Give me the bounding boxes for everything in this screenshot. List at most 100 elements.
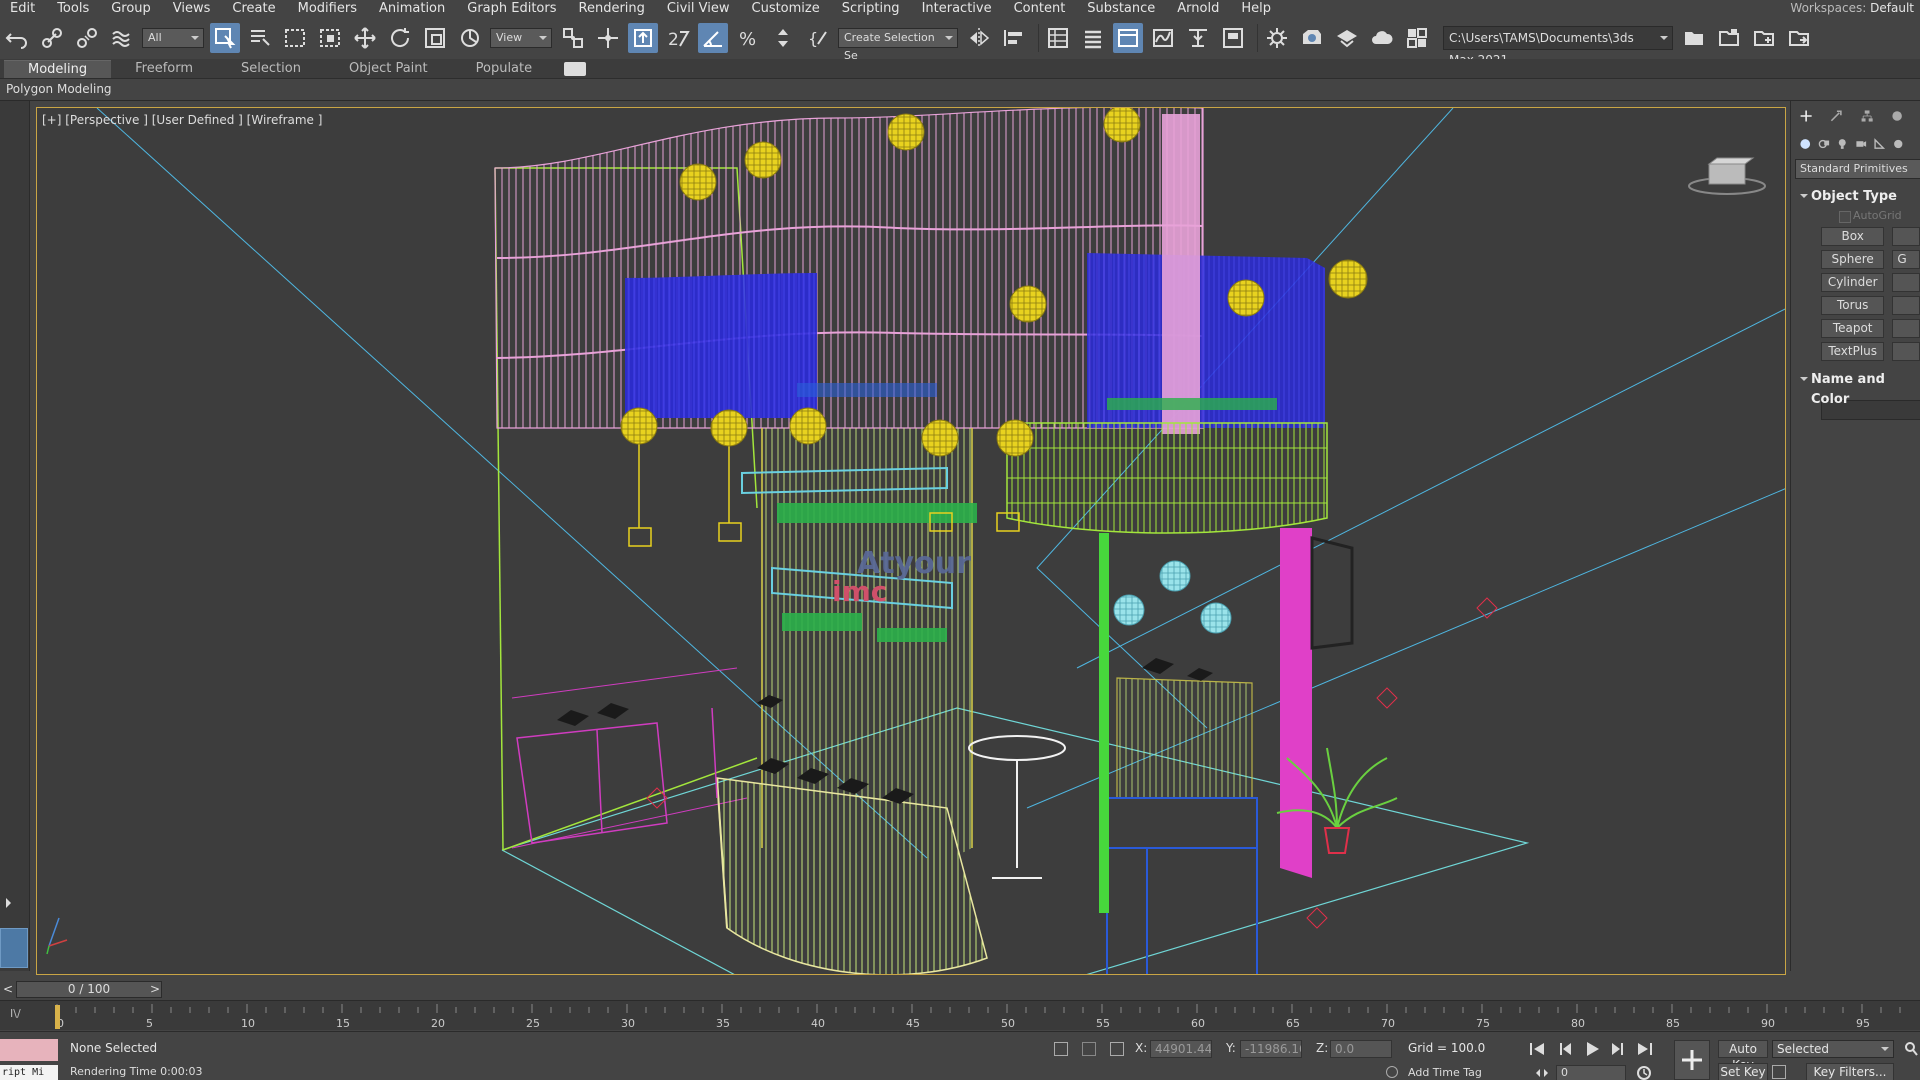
viewcube-icon[interactable] bbox=[1687, 148, 1767, 198]
a360-gallery-icon[interactable] bbox=[1402, 23, 1432, 53]
scene-explorer-icon[interactable] bbox=[1043, 23, 1073, 53]
primitive-category-dropdown[interactable]: Standard Primitives bbox=[1795, 159, 1920, 179]
modify-tab-icon[interactable] bbox=[1829, 107, 1843, 125]
select-object-icon[interactable] bbox=[210, 23, 240, 53]
ribbon-tab-freeform[interactable]: Freeform bbox=[111, 60, 217, 78]
workspaces-selector[interactable]: Workspaces: Default bbox=[1790, 0, 1914, 17]
percent-snap-icon[interactable]: % bbox=[733, 23, 763, 53]
menu-tools[interactable]: Tools bbox=[46, 0, 100, 17]
mini-curve-editor-icon[interactable]: I\/ bbox=[10, 1007, 21, 1020]
menu-scripting[interactable]: Scripting bbox=[831, 0, 911, 17]
spacewarps-icon[interactable] bbox=[1892, 135, 1905, 153]
key-filters-button[interactable]: Key Filters... bbox=[1806, 1063, 1894, 1080]
create-primitive-button[interactable] bbox=[1892, 272, 1920, 292]
ribbon-tab-modeling[interactable]: Modeling bbox=[4, 60, 112, 78]
frame-counter[interactable]: 0 / 100 bbox=[16, 981, 162, 998]
z-coordinate-field[interactable]: 0.0 bbox=[1330, 1040, 1392, 1058]
create-primitive-button[interactable] bbox=[1892, 318, 1920, 338]
key-filters-icon[interactable] bbox=[1772, 1065, 1786, 1079]
window-crossing-icon[interactable] bbox=[315, 23, 345, 53]
menu-arnold[interactable]: Arnold bbox=[1166, 0, 1230, 17]
viewport-layout-tab[interactable] bbox=[0, 928, 28, 968]
geometry-icon[interactable] bbox=[1799, 135, 1812, 153]
motion-tab-icon[interactable] bbox=[1890, 107, 1904, 125]
create-teapot-button[interactable]: Teapot bbox=[1821, 318, 1885, 338]
zoom-icon[interactable] bbox=[1904, 1040, 1918, 1058]
play-icon[interactable] bbox=[1583, 1040, 1601, 1058]
perspective-viewport[interactable]: [+] [Perspective ] [User Defined ] [Wire… bbox=[36, 107, 1786, 975]
snaps-toggle-icon[interactable]: 2 bbox=[663, 23, 693, 53]
link-icon[interactable] bbox=[37, 23, 67, 53]
selection-filter-dropdown[interactable]: All bbox=[142, 28, 204, 48]
create-primitive-button[interactable]: G bbox=[1892, 249, 1920, 269]
current-frame-field[interactable]: 0 bbox=[1556, 1065, 1626, 1080]
reference-coordinate-dropdown[interactable]: View bbox=[490, 28, 552, 48]
set-key-button[interactable]: Set Key bbox=[1718, 1063, 1768, 1080]
auto-key-button[interactable]: Auto Key bbox=[1718, 1040, 1768, 1072]
previous-frame-icon[interactable] bbox=[1556, 1040, 1574, 1058]
menu-views[interactable]: Views bbox=[162, 0, 222, 17]
set-keys-icon[interactable] bbox=[1674, 1040, 1710, 1080]
absolute-mode-icon[interactable] bbox=[1110, 1042, 1124, 1056]
track-bar[interactable]: 0 5 10 15 20 25 30 35 40 45 50 55 60 65 70 75 80 85 90 95 I… bbox=[0, 1000, 1920, 1030]
rendered-frame-window-icon[interactable] bbox=[1297, 23, 1327, 53]
menu-modifiers[interactable]: Modifiers bbox=[287, 0, 368, 17]
viewport-label[interactable]: [+] [Perspective ] [User Defined ] [Wire… bbox=[42, 113, 322, 127]
next-frame-icon[interactable] bbox=[1609, 1040, 1627, 1058]
ribbon-tab-populate[interactable]: Populate bbox=[452, 60, 557, 78]
select-by-name-icon[interactable] bbox=[245, 23, 275, 53]
menu-customize[interactable]: Customize bbox=[741, 0, 831, 17]
menu-substance[interactable]: Substance bbox=[1076, 0, 1166, 17]
move-icon[interactable] bbox=[350, 23, 380, 53]
select-and-manipulate-icon[interactable] bbox=[593, 23, 623, 53]
layer-explorer-icon[interactable] bbox=[1078, 23, 1108, 53]
project-path-dropdown[interactable]: C:\Users\TAMS\Documents\3ds Max 2021 bbox=[1443, 26, 1673, 67]
undo-icon[interactable] bbox=[2, 23, 32, 53]
time-scrubber[interactable] bbox=[55, 1005, 60, 1029]
create-sphere-button[interactable]: Sphere bbox=[1821, 249, 1885, 269]
go-to-end-icon[interactable] bbox=[1636, 1040, 1654, 1058]
create-primitive-button[interactable] bbox=[1892, 295, 1920, 315]
render-in-cloud-icon[interactable] bbox=[1367, 23, 1397, 53]
scale-icon[interactable] bbox=[420, 23, 450, 53]
menu-civil-view[interactable]: Civil View bbox=[656, 0, 741, 17]
time-tag-icon[interactable] bbox=[1386, 1066, 1398, 1078]
align-icon[interactable] bbox=[999, 23, 1029, 53]
create-box-button[interactable]: Box bbox=[1821, 226, 1885, 246]
project-folder-icon[interactable] bbox=[1679, 23, 1709, 53]
selection-lock-icon[interactable] bbox=[1082, 1042, 1096, 1056]
add-time-tag[interactable]: Add Time Tag bbox=[1408, 1066, 1482, 1079]
wireframe-scene[interactable]: Atyour imc bbox=[37, 108, 1786, 975]
x-coordinate-field[interactable]: 44901.445 bbox=[1150, 1040, 1212, 1058]
create-project-icon[interactable] bbox=[1749, 23, 1779, 53]
go-to-start-icon[interactable] bbox=[1528, 1040, 1546, 1058]
menu-rendering[interactable]: Rendering bbox=[568, 0, 656, 17]
curve-editor-icon[interactable] bbox=[1148, 23, 1178, 53]
menu-help[interactable]: Help bbox=[1230, 0, 1282, 17]
name-and-color-rollout[interactable]: Name and Color bbox=[1791, 370, 1920, 407]
create-primitive-button[interactable] bbox=[1892, 226, 1920, 246]
render-setup-icon[interactable] bbox=[1262, 23, 1292, 53]
menu-interactive[interactable]: Interactive bbox=[911, 0, 1003, 17]
dope-sheet-icon[interactable] bbox=[1183, 23, 1213, 53]
key-mode-dropdown[interactable]: Selected bbox=[1772, 1040, 1894, 1058]
maxscript-listener-field[interactable]: ript Mi bbox=[0, 1065, 58, 1080]
shapes-icon[interactable] bbox=[1818, 135, 1831, 153]
menu-edit[interactable]: Edit bbox=[0, 0, 46, 17]
cameras-icon[interactable] bbox=[1855, 135, 1868, 153]
expand-arrow-icon[interactable] bbox=[6, 898, 16, 908]
key-mode-toggle-icon[interactable] bbox=[1534, 1066, 1550, 1080]
ribbon-tab-object-paint[interactable]: Object Paint bbox=[325, 60, 452, 78]
keyboard-shortcut-override-icon[interactable] bbox=[628, 23, 658, 53]
workspaces-value[interactable]: Default bbox=[1870, 1, 1914, 15]
time-slider[interactable]: < 0 / 100 > bbox=[0, 980, 1920, 1000]
open-project-icon[interactable] bbox=[1714, 23, 1744, 53]
bind-spacewarp-icon[interactable] bbox=[107, 23, 137, 53]
y-coordinate-field[interactable]: -11986.169 bbox=[1240, 1040, 1302, 1058]
object-type-rollout[interactable]: Object Type bbox=[1791, 187, 1920, 207]
unlink-icon[interactable] bbox=[72, 23, 102, 53]
menu-create[interactable]: Create bbox=[221, 0, 286, 17]
pivot-center-icon[interactable] bbox=[558, 23, 588, 53]
isolate-selection-icon[interactable] bbox=[1054, 1042, 1068, 1056]
rotate-icon[interactable] bbox=[385, 23, 415, 53]
